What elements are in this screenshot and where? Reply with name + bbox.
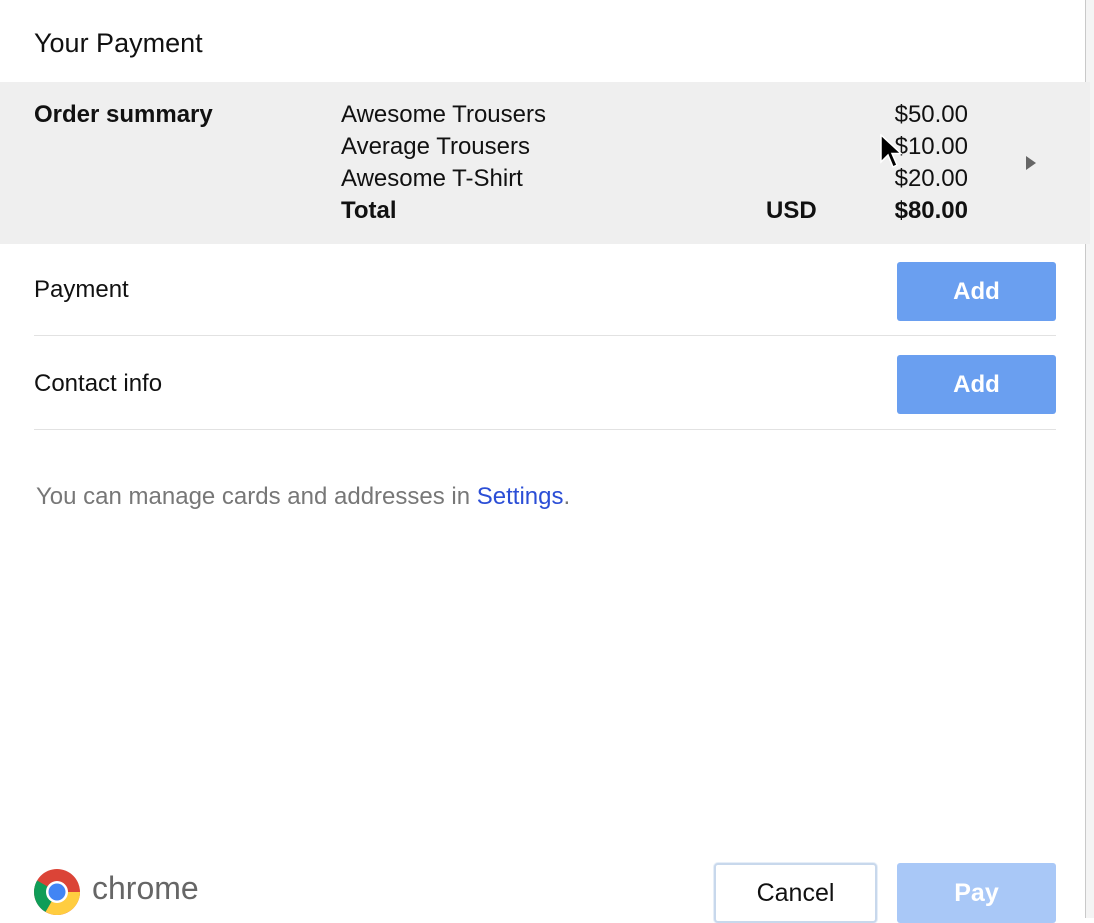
line-item-price: $20.00	[894, 165, 968, 192]
pay-button[interactable]: Pay	[897, 863, 1056, 923]
total-label: Total	[341, 197, 397, 224]
contact-info-label: Contact info	[34, 370, 163, 397]
add-payment-button[interactable]: Add	[897, 262, 1056, 321]
settings-link[interactable]: Settings	[477, 483, 564, 510]
chrome-wordmark: chrome	[92, 870, 199, 906]
divider	[34, 335, 1056, 336]
line-item-name: Awesome Trousers	[341, 101, 546, 128]
total-currency: USD	[766, 197, 817, 224]
expand-arrow-icon[interactable]	[1026, 156, 1036, 170]
cancel-button[interactable]: Cancel	[714, 863, 877, 923]
mouse-cursor-icon	[880, 134, 902, 169]
chrome-logo-icon	[34, 869, 80, 915]
settings-note: You can manage cards and addresses in Se…	[36, 483, 570, 511]
total-amount: $80.00	[894, 197, 968, 224]
line-item-price: $50.00	[894, 101, 968, 128]
divider	[34, 429, 1056, 430]
add-contact-info-button[interactable]: Add	[897, 355, 1056, 414]
settings-note-text: You can manage cards and addresses in	[36, 483, 477, 510]
line-item-name: Awesome T-Shirt	[341, 165, 523, 192]
line-item-name: Average Trousers	[341, 133, 530, 160]
settings-note-period: .	[563, 483, 571, 510]
order-summary-label: Order summary	[34, 101, 213, 128]
dialog-title: Your Payment	[34, 28, 203, 58]
line-item-price: $10.00	[894, 133, 968, 160]
payment-label: Payment	[34, 276, 129, 303]
